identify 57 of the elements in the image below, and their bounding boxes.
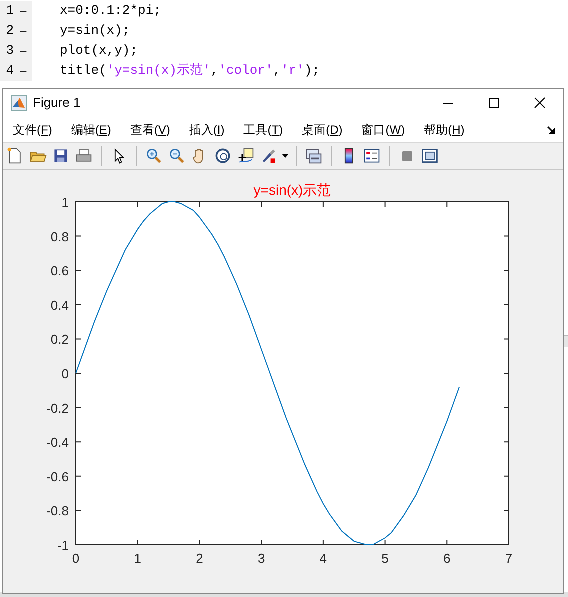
breakpoint-marker: –: [20, 63, 27, 80]
tick-label: 0: [72, 551, 80, 566]
close-icon[interactable]: [534, 97, 546, 109]
code-line: x=0:0.1:2*pi;: [60, 2, 162, 20]
brush-icon[interactable]: [260, 147, 278, 165]
tick-label: 0.8: [50, 229, 69, 244]
tick-label: 1: [134, 551, 142, 566]
tick-label: 1: [62, 195, 69, 210]
menu-item[interactable]: 工具(T): [238, 120, 290, 138]
tick-label: 3: [258, 551, 266, 566]
tick-label: 7: [505, 551, 513, 566]
menu-item[interactable]: 查看(V): [124, 120, 176, 138]
link-icon[interactable]: [305, 147, 323, 165]
tick-label: 0.6: [50, 264, 69, 279]
rotate-icon[interactable]: [214, 147, 232, 165]
zoom-in-icon[interactable]: [145, 147, 163, 165]
line-number: 1: [5, 2, 14, 20]
maximize-icon[interactable]: [488, 97, 500, 109]
breakpoint-marker: –: [20, 43, 27, 60]
breakpoint-marker: –: [20, 3, 27, 20]
tick-label: 4: [320, 551, 328, 566]
printer-icon[interactable]: [75, 147, 93, 165]
tick-label: -0.2: [46, 400, 69, 416]
tick-label: 0.4: [50, 298, 69, 313]
tick-label: 6: [444, 551, 451, 566]
tick-label: -1: [57, 538, 69, 553]
new-file-icon[interactable]: [6, 147, 24, 165]
tick-label: -0.4: [46, 435, 69, 450]
save-icon[interactable]: [52, 147, 70, 165]
tick-label: 0.2: [50, 332, 69, 348]
menu-item[interactable]: 帮助(H): [418, 120, 471, 138]
tick-label: 2: [196, 551, 204, 566]
menu-item[interactable]: 插入(I): [183, 120, 231, 138]
menu-item[interactable]: 编辑(E): [65, 120, 118, 138]
data-cursor-icon[interactable]: [237, 147, 255, 165]
breakpoint-marker: –: [20, 23, 27, 40]
menu-item[interactable]: 窗口(W): [356, 120, 412, 138]
tick-label: -0.6: [46, 469, 69, 484]
tick-label: -0.8: [46, 504, 69, 519]
code-line: y=sin(x);: [60, 22, 130, 40]
app-icon: [11, 95, 27, 111]
legend-icon[interactable]: [363, 147, 381, 165]
window-title: Figure 1: [33, 94, 82, 112]
menu-item[interactable]: 桌面(D): [296, 120, 349, 138]
window-icon[interactable]: [421, 147, 439, 165]
dock-arrow-icon[interactable]: [547, 124, 557, 134]
line-number: 2: [5, 22, 14, 40]
line-number: 3: [5, 42, 14, 60]
menu-item[interactable]: 文件(F): [7, 120, 58, 138]
tick-label: 5: [382, 551, 389, 566]
code-line: plot(x,y);: [60, 42, 138, 60]
zoom-out-icon[interactable]: [168, 147, 186, 165]
caret-icon[interactable]: [282, 154, 289, 158]
tick-label: 0: [62, 366, 69, 382]
code-line: title('y=sin(x)示范','color','r');: [60, 62, 320, 80]
line-number: 4: [5, 62, 14, 80]
chart-title: y=sin(x)示范: [254, 182, 332, 198]
